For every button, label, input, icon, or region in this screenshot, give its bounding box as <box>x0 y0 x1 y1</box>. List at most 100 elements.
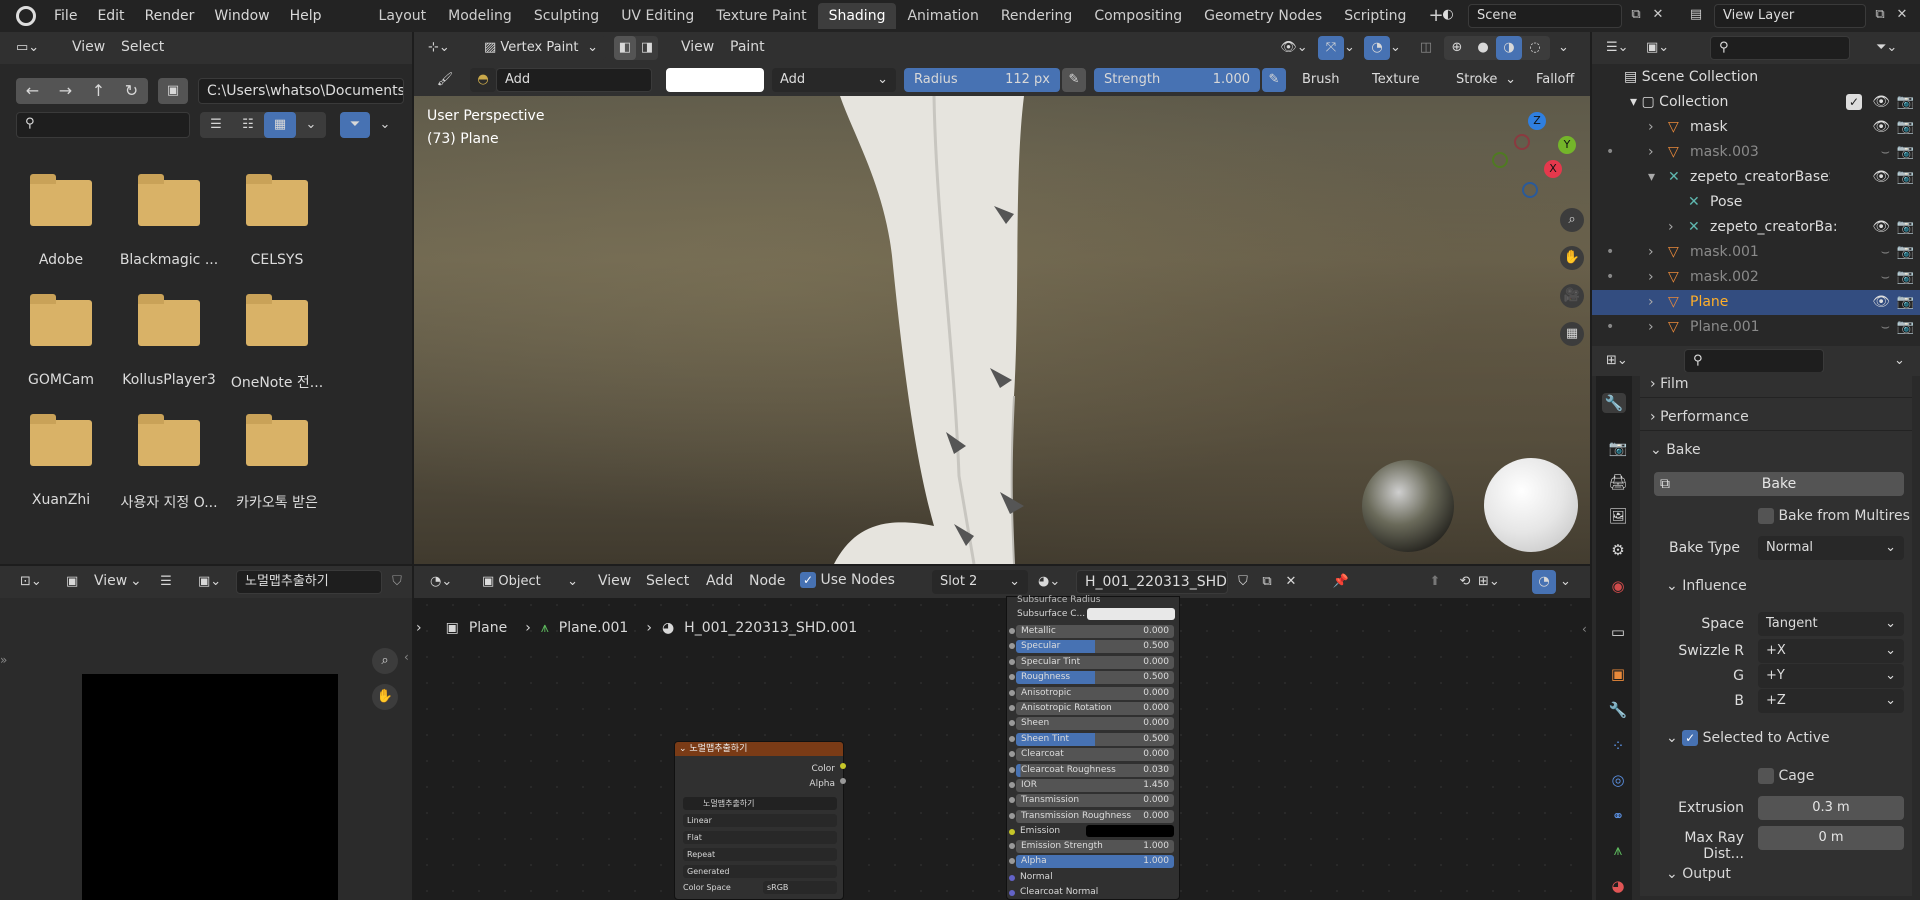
bsdf-input-field[interactable]: IOR 1.450 <box>1016 779 1174 792</box>
camera-render-icon[interactable]: 📷 <box>1897 290 1914 315</box>
editor-type-icon[interactable]: ⊡⌄ <box>20 570 56 594</box>
viewport-canvas[interactable]: User Perspective (73) Plane Z Y X ⌕ ✋ 🎥 … <box>414 96 1590 564</box>
eye-closed-icon[interactable]: ⌣ <box>1881 315 1890 340</box>
folder-name[interactable]: Adobe <box>7 252 115 268</box>
folder-icon[interactable] <box>246 294 308 346</box>
duplicate-material-icon[interactable]: ⧉ <box>1256 570 1278 594</box>
overlays-icon[interactable]: ◔ <box>1364 36 1390 60</box>
image-canvas[interactable] <box>82 674 338 900</box>
fb-menu-select[interactable]: Select <box>121 39 164 55</box>
ne-menu-view[interactable]: View <box>598 573 631 589</box>
eye-closed-icon[interactable]: ⌣ <box>1881 140 1890 165</box>
bsdf-input-socket[interactable] <box>1009 628 1015 634</box>
delete-view-layer-icon[interactable]: ✕ <box>1892 4 1912 26</box>
slot-dropdown[interactable]: Slot 2 <box>932 570 1028 594</box>
menu-render[interactable]: Render <box>135 8 205 24</box>
pan-hand-icon[interactable]: ✋ <box>372 684 398 710</box>
menu-file[interactable]: File <box>44 8 87 24</box>
expand-arrow-icon[interactable]: › <box>1648 315 1654 340</box>
grid-projection-icon[interactable]: ▦ <box>1560 322 1584 346</box>
gizmo-y-axis[interactable]: Y <box>1558 136 1576 154</box>
bsdf-input-socket[interactable] <box>1009 689 1015 696</box>
camera-render-icon[interactable]: 📷 <box>1897 140 1914 165</box>
bsdf-input-socket[interactable] <box>1009 735 1015 742</box>
bsdf-input-socket[interactable] <box>1009 766 1015 773</box>
pan-hand-icon[interactable]: ✋ <box>1560 246 1584 270</box>
eye-closed-icon[interactable]: ⌣ <box>1881 240 1890 265</box>
influence-panel-header[interactable]: ⌄ Influence <box>1666 578 1747 594</box>
tab-shading[interactable]: Shading <box>817 3 897 29</box>
folder-icon[interactable] <box>246 414 308 466</box>
chevron-down-icon[interactable]: ⌄ <box>296 112 326 138</box>
bsdf-input-field[interactable]: Transmission 0.000 <box>1016 794 1174 808</box>
hamburger-menu-icon[interactable]: ☰ <box>154 570 178 594</box>
scene-collection-row[interactable]: ▤ Scene Collection <box>1624 65 1920 90</box>
normal-socket[interactable] <box>1009 875 1015 881</box>
expand-arrow-icon[interactable]: › <box>1648 290 1654 315</box>
collection-tab-icon[interactable]: ▭ <box>1608 622 1628 642</box>
filter-icon[interactable]: ⏷ <box>340 112 370 138</box>
brush-preview-icon[interactable]: ◓ <box>470 68 496 92</box>
tab-animation[interactable]: Animation <box>896 3 989 29</box>
bsdf-input-field[interactable]: Specular Tint 0.000 <box>1016 655 1174 669</box>
properties-search-input[interactable]: ⚲ <box>1684 349 1824 373</box>
gizmo-neg-y[interactable] <box>1492 152 1508 168</box>
color-space-dropdown[interactable]: sRGB <box>763 881 837 894</box>
swizzle-r-dropdown[interactable]: +X <box>1758 639 1904 663</box>
mode-dropdown[interactable]: ▨ Vertex Paint <box>476 36 606 60</box>
color-swatch[interactable] <box>666 68 764 92</box>
menu-edit[interactable]: Edit <box>87 8 134 24</box>
source-dropdown[interactable]: Generated <box>683 865 837 878</box>
zoom-icon[interactable]: ⌕ <box>372 648 398 674</box>
editor-type-icon[interactable]: ⊞⌄ <box>1606 349 1642 373</box>
shader-type-dropdown[interactable]: ▣ Object <box>474 570 586 594</box>
subsurface-color-swatch[interactable] <box>1087 608 1175 620</box>
emission-strength-field[interactable]: Emission Strength 1.000 <box>1016 840 1174 853</box>
gizmo-z-axis[interactable]: Z <box>1528 112 1546 130</box>
alpha-socket[interactable] <box>1009 858 1015 864</box>
folder-icon[interactable] <box>30 294 92 346</box>
modifier-tab-icon[interactable]: 🔧 <box>1608 700 1628 720</box>
tab-texture-paint[interactable]: Texture Paint <box>705 3 817 29</box>
outliner-row[interactable]: ▽ › Plane 👁 📷 <box>1592 290 1920 315</box>
folder-name[interactable]: 사용자 지정 O... <box>115 492 223 512</box>
film-panel-header[interactable]: › Film <box>1650 376 1689 392</box>
tab-modeling[interactable]: Modeling <box>437 3 523 29</box>
folder-icon[interactable] <box>138 294 200 346</box>
editor-type-icon[interactable]: ☰⌄ <box>1606 36 1642 60</box>
outliner-row[interactable]: ▽ › mask.001 ⌣ 📷 • <box>1592 240 1920 265</box>
chevron-down-icon[interactable]: ⌄ <box>1390 36 1406 60</box>
outliner-row[interactable]: ▽ › mask.002 ⌣ 📷 • <box>1592 265 1920 290</box>
folder-icon[interactable] <box>30 174 92 226</box>
view-layer-field[interactable]: View Layer <box>1714 4 1866 28</box>
emission-strength-socket[interactable] <box>1009 843 1015 849</box>
vertex-mask-icon[interactable]: ◨ <box>636 36 658 60</box>
bsdf-input-field[interactable]: Transmission Roughness 0.000 <box>1016 809 1174 823</box>
expand-arrow-icon[interactable]: ▾ <box>1648 165 1655 190</box>
outliner-search-input[interactable]: ⚲ <box>1710 36 1850 60</box>
bsdf-input-field[interactable]: Clearcoat 0.000 <box>1016 748 1174 762</box>
pin-icon[interactable]: 📌 <box>1330 570 1352 594</box>
new-folder-icon[interactable]: ▣ <box>158 78 188 104</box>
expand-arrow-icon[interactable]: › <box>1668 215 1674 240</box>
n-panel-toggle-icon[interactable]: ‹ <box>404 650 409 664</box>
bsdf-input-socket[interactable] <box>1009 782 1015 788</box>
snap-mode-icon[interactable]: ⊞⌄ <box>1478 570 1516 594</box>
bsdf-input-socket[interactable] <box>1009 658 1015 665</box>
solid-shading-icon[interactable]: ● <box>1470 36 1496 60</box>
chevron-down-icon[interactable]: ⌄ <box>1894 349 1914 373</box>
copy-view-layer-icon[interactable]: ⧉ <box>1870 4 1890 26</box>
bsdf-input-field[interactable]: Sheen Tint 0.500 <box>1016 732 1174 746</box>
radius-slider[interactable]: Radius 112 px <box>904 68 1060 92</box>
image-datablock-field[interactable]: 노멀맵추출하기 <box>683 797 837 810</box>
particles-tab-icon[interactable]: ⁘ <box>1608 736 1628 756</box>
camera-render-icon[interactable]: 📷 <box>1897 215 1914 240</box>
performance-panel-header[interactable]: › Performance <box>1650 409 1749 425</box>
list-vertical-icon[interactable]: ☰ <box>200 112 232 138</box>
eye-icon[interactable]: 👁 <box>1872 90 1890 115</box>
swizzle-g-dropdown[interactable]: +Y <box>1758 664 1904 688</box>
bsdf-input-field[interactable]: Sheen 0.000 <box>1016 717 1174 731</box>
emission-color-swatch[interactable] <box>1086 825 1174 837</box>
folder-name[interactable]: KollusPlayer3 <box>115 372 223 388</box>
use-nodes-checkbox[interactable]: ✓ <box>800 572 816 588</box>
